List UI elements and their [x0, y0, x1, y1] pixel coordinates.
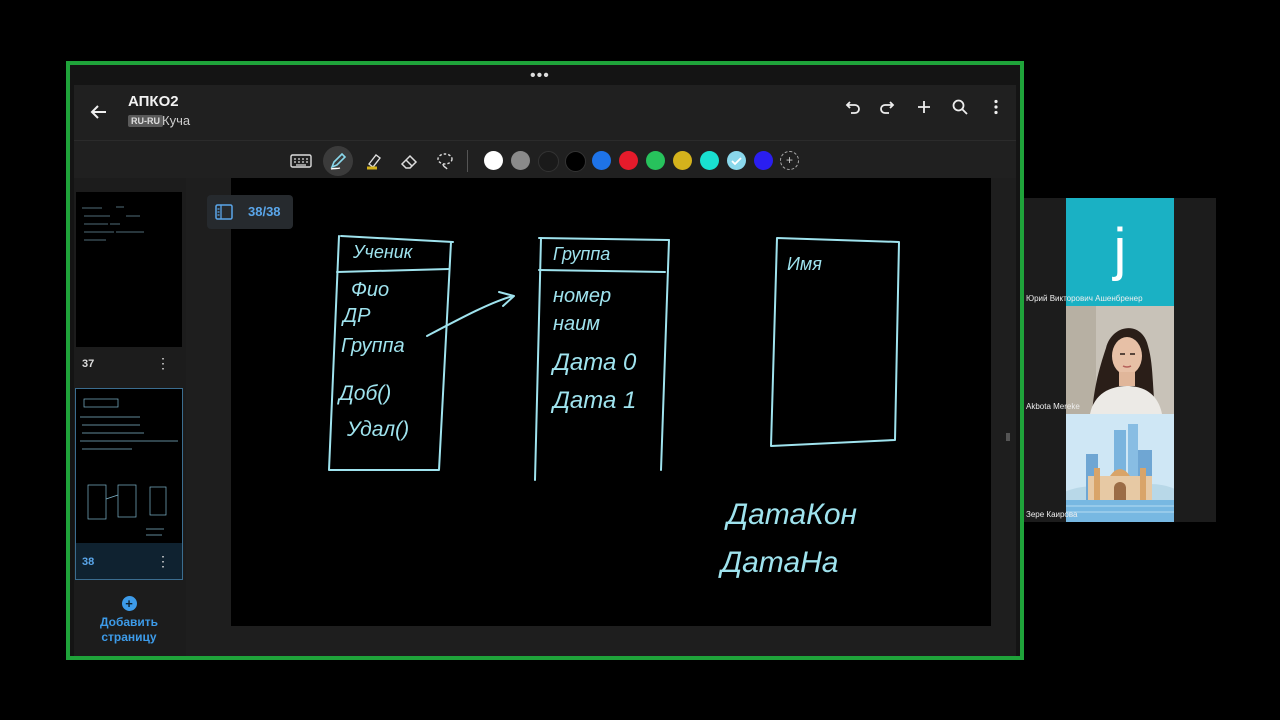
drawing-toolbar: + — [74, 140, 1016, 179]
table2-field: номер — [553, 285, 611, 307]
eraser-tool[interactable] — [394, 146, 424, 176]
participant-tile-3[interactable] — [1066, 414, 1174, 522]
notebook-title: АПКО2 — [128, 93, 179, 110]
table2-left-edge — [534, 237, 542, 481]
search-button[interactable] — [948, 97, 972, 125]
color-swatch[interactable] — [565, 151, 586, 172]
page-menu-button[interactable]: ⋮ — [156, 553, 170, 570]
table1-field: Группа — [341, 335, 405, 357]
page-number: 38 — [82, 556, 95, 568]
table2-field: Дата 0 — [550, 349, 637, 376]
keyboard-tool[interactable] — [286, 146, 316, 176]
color-swatch[interactable] — [646, 151, 665, 170]
table1-header-divider — [336, 268, 450, 273]
screen-share-frame: ••• АПКО2 RU-RU Куча + 37 ⋮ 38 ⋮ + Добав… — [66, 61, 1024, 660]
drawing-canvas[interactable]: Ученик Фио ДР Группа Доб() Удал() Группа… — [207, 178, 991, 626]
table2-title: Группа — [553, 244, 610, 264]
table1-title: Ученик — [352, 242, 414, 262]
add-page-label-line2: страницу — [101, 630, 157, 644]
top-bar: АПКО2 RU-RU Куча — [74, 85, 1016, 140]
back-button[interactable] — [86, 99, 112, 125]
redo-icon — [880, 101, 895, 114]
color-swatch[interactable] — [511, 151, 530, 170]
add-icon — [918, 101, 930, 113]
page-38-label[interactable]: 38 ⋮ — [76, 546, 182, 578]
undo-icon — [845, 101, 860, 114]
scrollbar-handle[interactable] — [1006, 433, 1010, 441]
toolbar-separator — [467, 150, 468, 172]
share-drag-handle[interactable]: ••• — [530, 67, 550, 85]
page-counter-text: 38/38 — [248, 204, 281, 219]
participant-name: Зере Каирова — [1026, 510, 1078, 519]
keyboard-icon — [290, 154, 312, 168]
whiteboard-app: АПКО2 RU-RU Куча + 37 ⋮ 38 ⋮ + Добавить … — [74, 85, 1016, 656]
highlighter-tool[interactable] — [359, 146, 389, 176]
pages-sidebar: 37 ⋮ 38 ⋮ + Добавить страницу — [74, 178, 186, 656]
canvas-area: Ученик Фио ДР Группа Доб() Удал() Группа… — [186, 178, 1016, 656]
add-page-button[interactable]: + Добавить страницу — [84, 596, 174, 645]
lasso-tool[interactable] — [430, 146, 460, 176]
table1-field: Удал() — [346, 418, 409, 441]
page-counter-button[interactable]: 38/38 — [207, 195, 293, 229]
participant-name: Akbota Mereke — [1026, 402, 1080, 411]
highlighter-icon — [367, 154, 381, 170]
page-37-label[interactable]: 37 ⋮ — [76, 348, 182, 380]
participant-avatar-letter: j — [1113, 217, 1127, 282]
table2-field: наим — [553, 313, 600, 335]
color-swatch[interactable] — [538, 151, 559, 172]
participant-tile-2[interactable] — [1066, 306, 1174, 414]
section-name: Куча — [162, 113, 191, 128]
color-swatch[interactable] — [673, 151, 692, 170]
page-thumbnail-38[interactable] — [76, 389, 182, 543]
page-38-preview — [80, 398, 178, 536]
page-thumbnail-37[interactable] — [76, 192, 182, 347]
page-card-38-selected[interactable]: 38 ⋮ — [75, 388, 183, 580]
handwritten-note: ДатаНа — [718, 546, 839, 579]
table3-field: Имя — [787, 254, 822, 274]
relation-arrow — [426, 295, 514, 337]
redo-button[interactable] — [876, 97, 900, 125]
table2-field: Дата 1 — [550, 387, 636, 414]
check-icon — [731, 157, 742, 166]
color-swatch[interactable] — [700, 151, 719, 170]
top-actions — [840, 97, 1008, 125]
pen-tool[interactable] — [323, 146, 353, 176]
table2-right-edge — [660, 239, 670, 471]
color-swatch[interactable] — [727, 151, 746, 170]
handwritten-note: ДатаКон — [724, 498, 857, 531]
table1-field: Фио — [351, 279, 389, 301]
add-color-button[interactable]: + — [780, 151, 799, 170]
undo-button[interactable] — [840, 97, 864, 125]
participant-video-image — [1066, 306, 1174, 414]
table1-field: Доб() — [337, 382, 391, 405]
participant-tile-1[interactable]: j — [1066, 198, 1174, 306]
pen-icon — [330, 152, 347, 170]
participant-name: Юрий Викторович Ашенбренер — [1026, 294, 1143, 303]
more-button[interactable] — [984, 97, 1008, 125]
table2-top-edge — [538, 237, 670, 241]
language-badge: RU-RU — [128, 115, 163, 127]
eraser-icon — [400, 154, 418, 169]
back-arrow-icon — [90, 105, 106, 119]
handwritten-diagram: Ученик Фио ДР Группа Доб() Удал() Группа… — [328, 235, 900, 579]
participant-video-image — [1066, 414, 1174, 522]
lasso-icon — [437, 153, 453, 170]
add-circle-icon: + — [121, 596, 137, 611]
add-page-label-line1: Добавить — [99, 615, 159, 629]
page-number: 37 — [82, 358, 95, 370]
participants-panel: j Юрий Викторович Ашенбренер Akbota Mere… — [1024, 198, 1216, 522]
color-swatch[interactable] — [484, 151, 503, 170]
more-vertical-icon — [994, 99, 998, 115]
sidebar-toggle-icon — [215, 204, 233, 220]
table1-field: ДР — [341, 305, 371, 327]
color-swatch[interactable] — [592, 151, 611, 170]
page-37-preview — [82, 206, 144, 241]
table2-header-divider — [538, 269, 666, 273]
search-icon — [952, 99, 968, 115]
add-button[interactable] — [912, 97, 936, 125]
page-menu-button[interactable]: ⋮ — [156, 355, 170, 372]
color-swatch[interactable] — [619, 151, 638, 170]
color-swatch[interactable] — [754, 151, 773, 170]
